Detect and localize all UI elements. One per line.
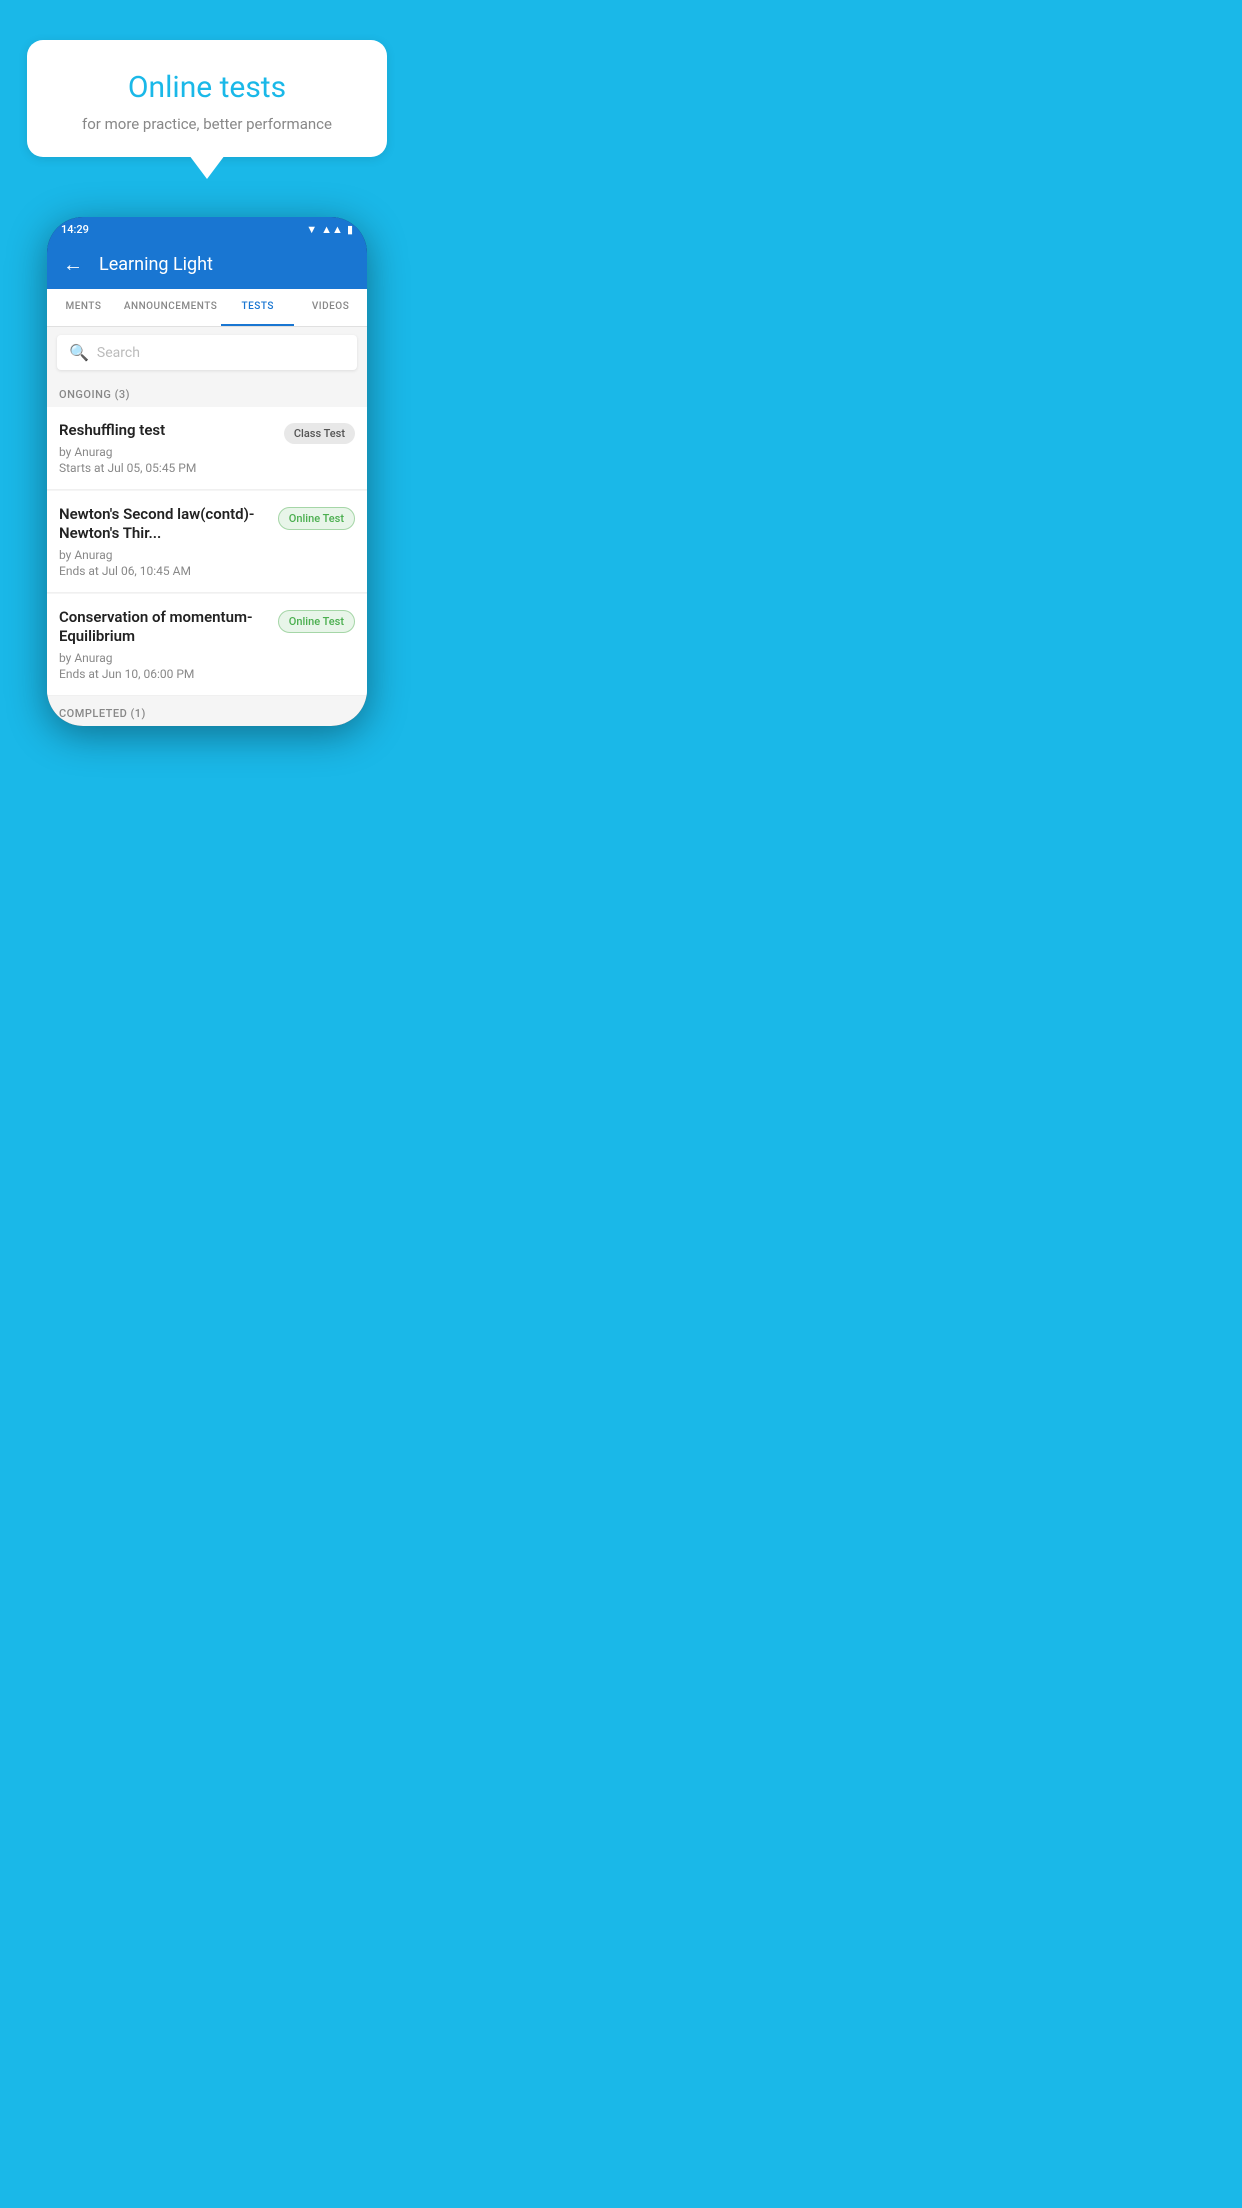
phone-wrapper: 14:29 ▼ ▲▲ ▮ ← Learning Light MENTS ANNO… bbox=[0, 217, 414, 726]
test-info-newtons: Newton's Second law(contd)-Newton's Thir… bbox=[59, 505, 278, 578]
tab-bar: MENTS ANNOUNCEMENTS TESTS VIDEOS bbox=[47, 289, 367, 327]
search-container: 🔍 Search bbox=[47, 327, 367, 378]
test-card-newtons[interactable]: Newton's Second law(contd)-Newton's Thir… bbox=[47, 491, 367, 593]
back-button[interactable]: ← bbox=[63, 252, 83, 277]
signal-icon: ▲▲ bbox=[321, 223, 343, 236]
app-header: ← Learning Light bbox=[47, 240, 367, 289]
app-title: Learning Light bbox=[99, 254, 213, 275]
bubble-title: Online tests bbox=[57, 70, 357, 105]
test-time-conservation: Ends at Jun 10, 06:00 PM bbox=[59, 667, 268, 681]
status-bar: 14:29 ▼ ▲▲ ▮ bbox=[47, 217, 367, 240]
test-author-newtons: by Anurag bbox=[59, 548, 268, 562]
battery-icon: ▮ bbox=[347, 223, 353, 236]
test-name-newtons: Newton's Second law(contd)-Newton's Thir… bbox=[59, 505, 268, 544]
wifi-icon: ▼ bbox=[306, 223, 317, 236]
test-badge-reshuffling: Class Test bbox=[284, 423, 355, 444]
hero-section: Online tests for more practice, better p… bbox=[0, 0, 414, 217]
phone-mockup: 14:29 ▼ ▲▲ ▮ ← Learning Light MENTS ANNO… bbox=[47, 217, 367, 726]
completed-section-header: COMPLETED (1) bbox=[47, 697, 367, 726]
test-card-reshuffling[interactable]: Reshuffling test by Anurag Starts at Jul… bbox=[47, 407, 367, 490]
test-name-reshuffling: Reshuffling test bbox=[59, 421, 274, 441]
search-icon: 🔍 bbox=[69, 343, 89, 362]
test-name-conservation: Conservation of momentum-Equilibrium bbox=[59, 608, 268, 647]
test-badge-conservation: Online Test bbox=[278, 610, 355, 633]
test-info-reshuffling: Reshuffling test by Anurag Starts at Jul… bbox=[59, 421, 284, 475]
tab-videos[interactable]: VIDEOS bbox=[294, 289, 367, 326]
tab-ments[interactable]: MENTS bbox=[47, 289, 120, 326]
phone-screen: 🔍 Search ONGOING (3) Reshuffling test by… bbox=[47, 327, 367, 726]
tab-announcements[interactable]: ANNOUNCEMENTS bbox=[120, 289, 221, 326]
search-placeholder: Search bbox=[97, 345, 140, 361]
status-icons: ▼ ▲▲ ▮ bbox=[306, 223, 353, 236]
test-info-conservation: Conservation of momentum-Equilibrium by … bbox=[59, 608, 278, 681]
test-badge-newtons: Online Test bbox=[278, 507, 355, 530]
test-time-reshuffling: Starts at Jul 05, 05:45 PM bbox=[59, 461, 274, 475]
speech-bubble: Online tests for more practice, better p… bbox=[27, 40, 387, 157]
ongoing-section-header: ONGOING (3) bbox=[47, 378, 367, 407]
test-author-conservation: by Anurag bbox=[59, 651, 268, 665]
bubble-subtitle: for more practice, better performance bbox=[57, 115, 357, 133]
status-time: 14:29 bbox=[61, 223, 89, 236]
test-card-conservation[interactable]: Conservation of momentum-Equilibrium by … bbox=[47, 594, 367, 696]
tab-tests[interactable]: TESTS bbox=[221, 289, 294, 326]
test-time-newtons: Ends at Jul 06, 10:45 AM bbox=[59, 564, 268, 578]
search-bar[interactable]: 🔍 Search bbox=[57, 335, 357, 370]
test-author-reshuffling: by Anurag bbox=[59, 445, 274, 459]
